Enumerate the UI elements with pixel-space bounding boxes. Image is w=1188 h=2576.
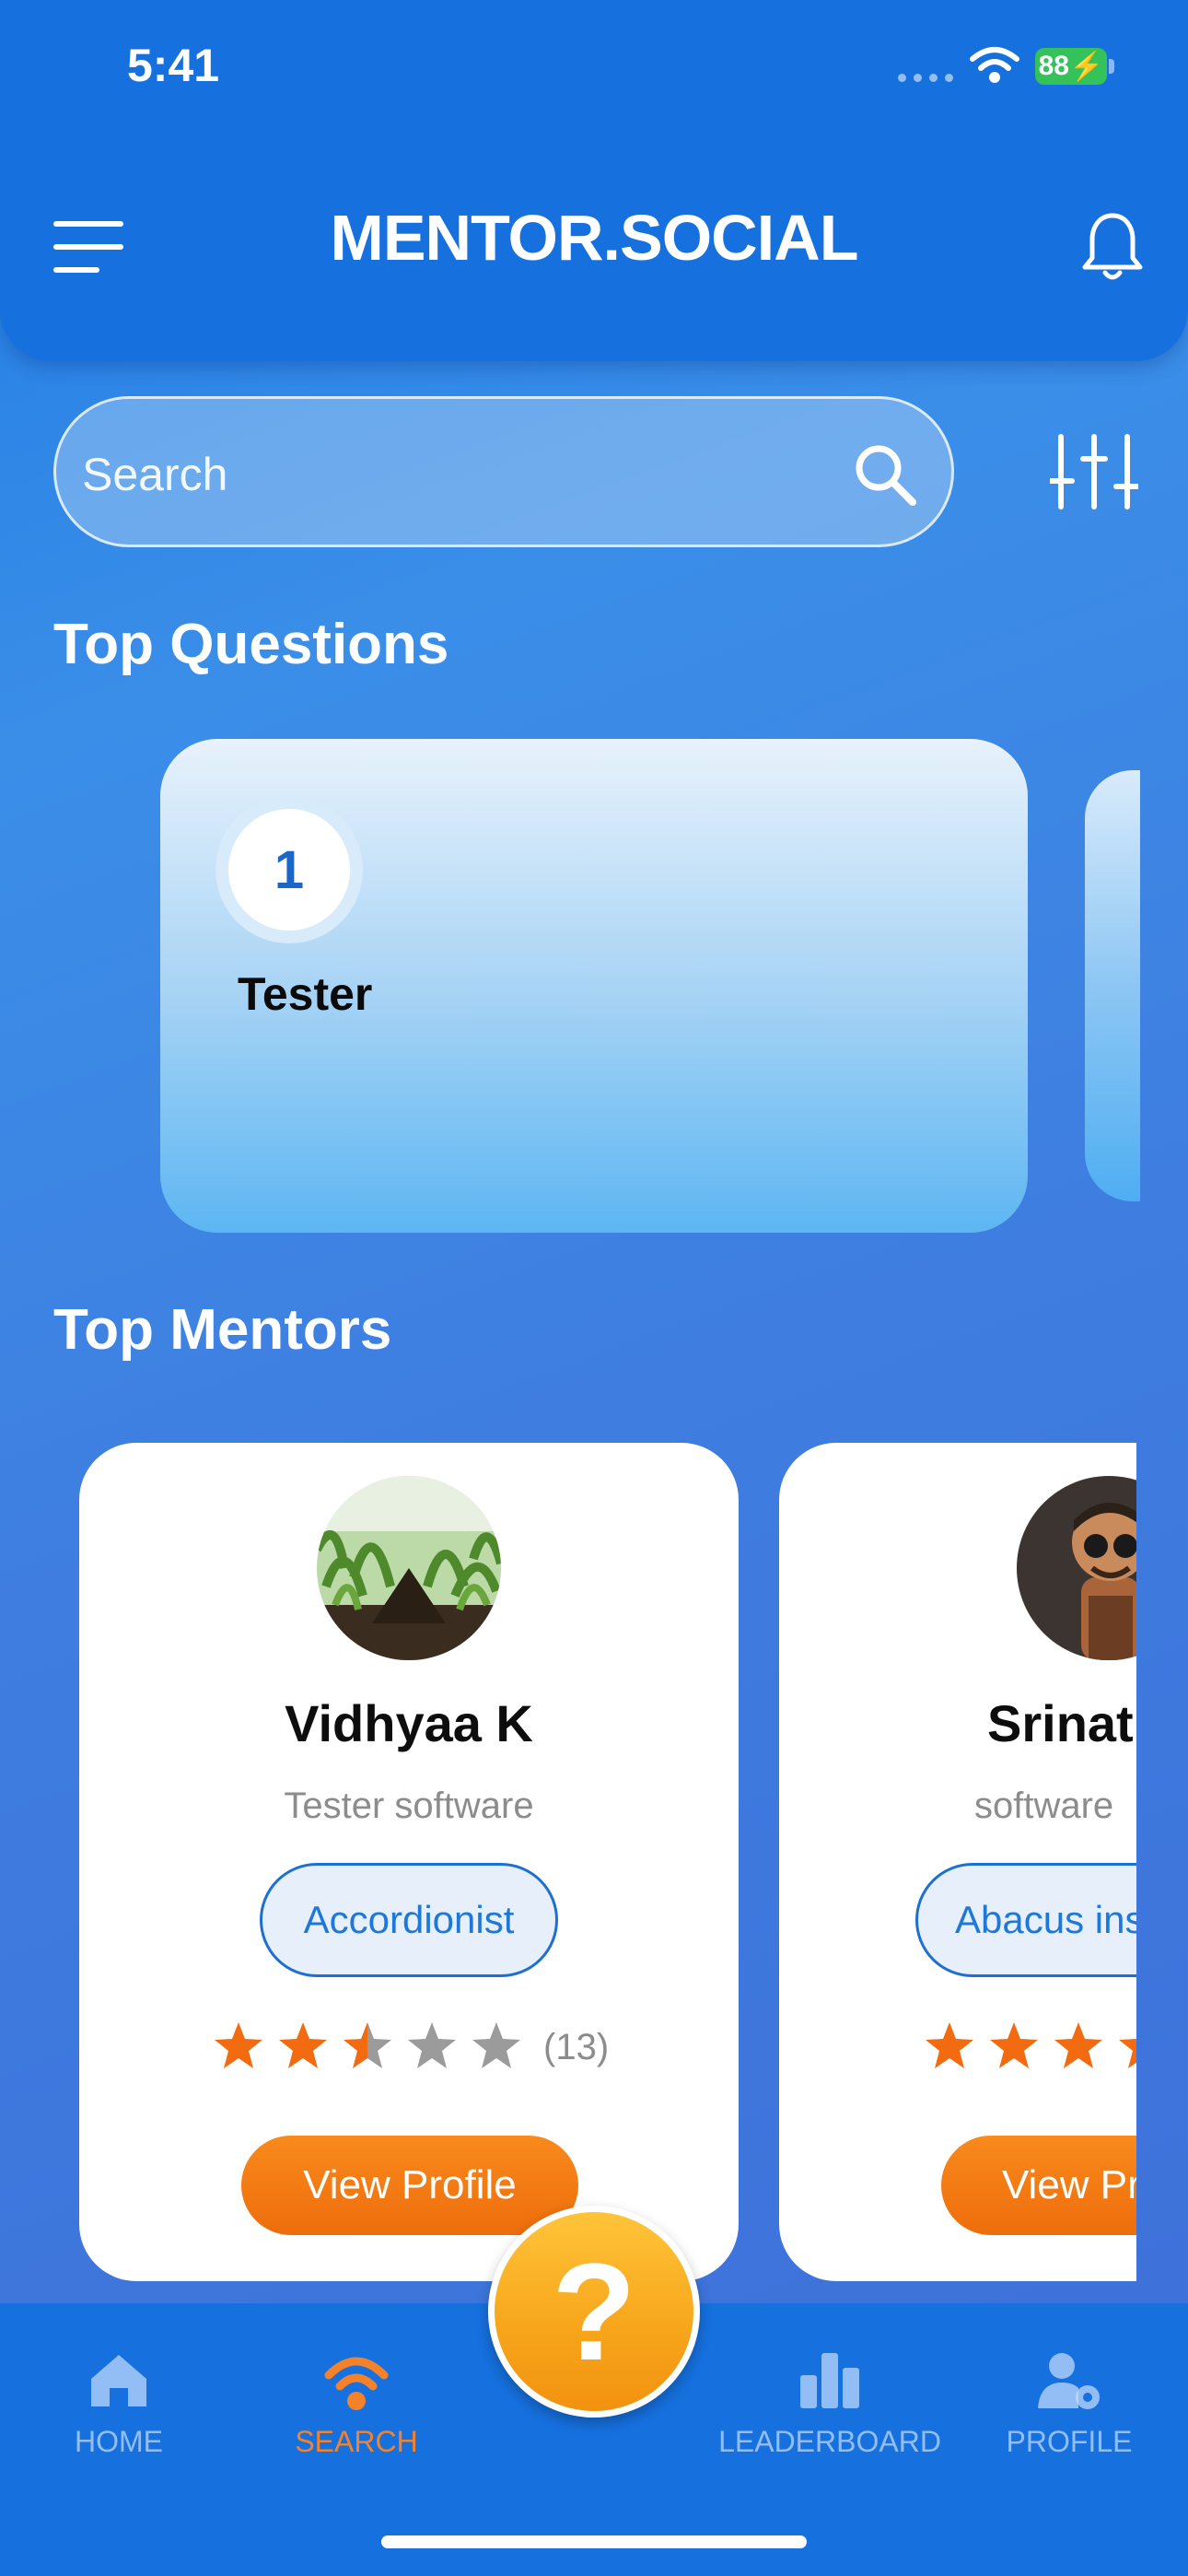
star-icon — [279, 2022, 327, 2068]
wifi-icon — [970, 47, 1019, 83]
star-icon — [408, 2022, 456, 2068]
star-icon — [990, 2022, 1038, 2068]
avatar — [317, 1476, 501, 1660]
star-icon — [926, 2022, 973, 2068]
charging-icon: ⚡ — [1069, 51, 1104, 82]
nav-leaderboard[interactable]: LEADERBOARD — [718, 2348, 941, 2486]
avatar — [1017, 1476, 1136, 1660]
nav-profile[interactable]: PROFILE — [963, 2348, 1175, 2486]
star-rating — [923, 2020, 1136, 2073]
mentor-card[interactable]: Srinath software Abacus instructor View … — [779, 1443, 1136, 2281]
search-bar — [53, 396, 954, 547]
mentor-role: Tester software — [284, 1786, 534, 1826]
view-profile-button[interactable]: View Profile — [941, 2136, 1136, 2235]
profile-settings-icon — [1038, 2353, 1100, 2409]
top-questions-title: Top Questions — [53, 613, 449, 676]
filter-sliders-icon[interactable] — [1050, 433, 1138, 510]
question-name: Tester — [238, 968, 373, 1020]
battery-level: 88 — [1038, 51, 1069, 81]
view-profile-button[interactable]: View Profile — [241, 2136, 578, 2235]
mentor-name: Vidhyaa K — [285, 1694, 533, 1752]
battery-tip — [1109, 59, 1114, 74]
cellular-signal-icon — [898, 74, 953, 82]
question-card-next[interactable] — [1085, 770, 1140, 1201]
mentor-role: software — [974, 1786, 1114, 1826]
skill-pill[interactable]: Abacus instructor — [915, 1863, 1136, 1977]
status-time: 5:41 — [127, 40, 220, 91]
search-icon[interactable] — [850, 439, 920, 509]
rank-badge: 1 — [215, 796, 363, 943]
app-title: MENTOR.SOCIAL — [330, 202, 859, 274]
notification-bell-icon[interactable] — [1079, 210, 1146, 284]
skill-pill[interactable]: Accordionist — [260, 1863, 558, 1977]
question-mark-icon: ? — [552, 2234, 636, 2389]
home-indicator — [381, 2535, 807, 2548]
rating-count: (13) — [543, 2027, 610, 2067]
star-icon — [472, 2022, 520, 2068]
home-icon — [91, 2355, 146, 2406]
nav-label: HOME — [75, 2425, 163, 2458]
ask-question-button[interactable]: ? — [488, 2206, 700, 2418]
star-icon — [1119, 2039, 1136, 2068]
status-bar: 5:41 88 ⚡ — [0, 0, 1188, 138]
nav-label: PROFILE — [1006, 2425, 1133, 2458]
leaderboard-icon — [800, 2353, 859, 2408]
star-icon — [1054, 2022, 1102, 2068]
mentor-name: Srinath — [987, 1694, 1136, 1752]
search-nav-icon — [324, 2357, 389, 2410]
search-input[interactable] — [82, 436, 837, 513]
star-icon — [344, 2022, 391, 2068]
star-rating — [212, 2020, 523, 2073]
top-mentors-title: Top Mentors — [53, 1298, 392, 1362]
nav-home[interactable]: HOME — [13, 2348, 225, 2486]
star-icon — [215, 2022, 262, 2068]
battery-indicator: 88 ⚡ — [1035, 48, 1107, 85]
nav-search[interactable]: SEARCH — [250, 2348, 462, 2486]
nav-label: SEARCH — [295, 2425, 418, 2458]
mentor-card[interactable]: Vidhyaa K Tester software Accordionist (… — [79, 1443, 739, 2281]
mentors-carousel[interactable]: Vidhyaa K Tester software Accordionist (… — [0, 1437, 1136, 2294]
nav-label: LEADERBOARD — [718, 2425, 941, 2458]
question-card[interactable]: 1 Tester — [160, 739, 1028, 1233]
